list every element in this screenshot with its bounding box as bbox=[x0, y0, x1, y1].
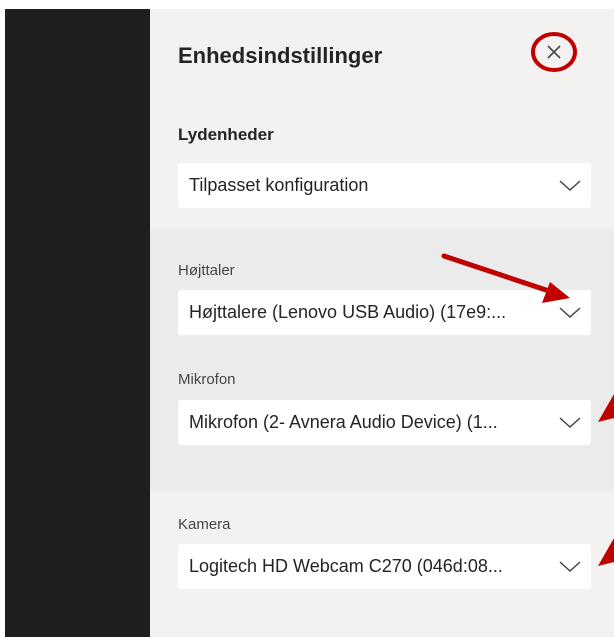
panel-title: Enhedsindstillinger bbox=[178, 43, 383, 68]
microphone-dropdown[interactable]: Mikrofon (2- Avnera Audio Device) (1... bbox=[178, 400, 591, 445]
close-button[interactable] bbox=[530, 29, 578, 75]
dark-side-strip bbox=[5, 9, 150, 637]
speaker-value: Højttalere (Lenovo USB Audio) (17e9:... bbox=[189, 302, 507, 322]
chevron-down-icon bbox=[559, 417, 581, 429]
chevron-down-icon bbox=[559, 180, 581, 192]
chevron-down-icon bbox=[559, 561, 581, 573]
camera-label: Kamera bbox=[178, 516, 231, 533]
microphone-label: Mikrofon bbox=[178, 371, 236, 388]
close-icon bbox=[531, 32, 577, 72]
chevron-down-icon bbox=[559, 307, 581, 319]
speaker-label: Højttaler bbox=[178, 262, 235, 279]
audio-devices-heading: Lydenheder bbox=[178, 125, 274, 144]
speaker-dropdown[interactable]: Højttalere (Lenovo USB Audio) (17e9:... bbox=[178, 290, 591, 335]
camera-value: Logitech HD Webcam C270 (046d:08... bbox=[189, 556, 503, 576]
device-settings-panel: Enhedsindstillinger Lydenheder Tilpasset… bbox=[150, 9, 614, 637]
microphone-value: Mikrofon (2- Avnera Audio Device) (1... bbox=[189, 412, 498, 432]
camera-dropdown[interactable]: Logitech HD Webcam C270 (046d:08... bbox=[178, 544, 591, 589]
audio-config-value: Tilpasset konfiguration bbox=[189, 175, 369, 195]
audio-config-dropdown[interactable]: Tilpasset konfiguration bbox=[178, 163, 591, 208]
